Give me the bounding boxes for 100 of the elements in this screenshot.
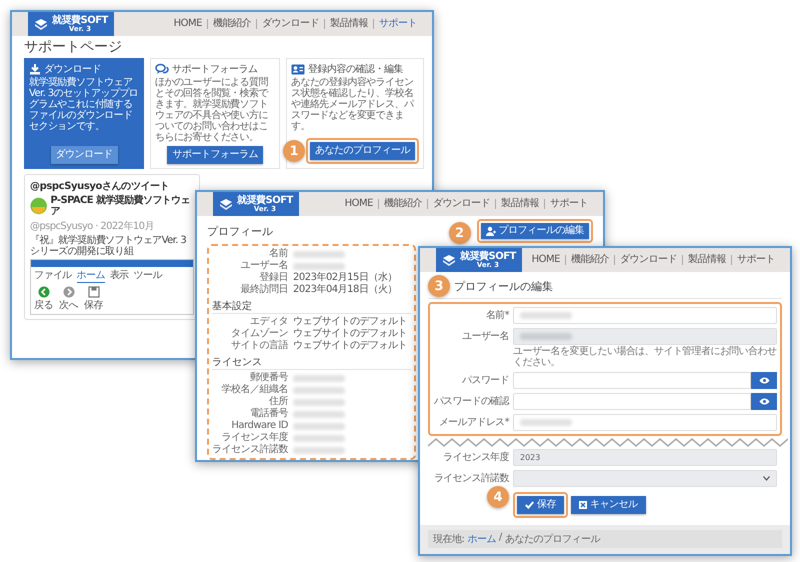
step-badge: 1 bbox=[283, 140, 305, 162]
step-badge: 2 bbox=[448, 222, 470, 244]
field-label: ユーザー名 bbox=[460, 330, 509, 344]
field-label: 名前 bbox=[268, 248, 288, 260]
card-title: サポートフォーラム bbox=[172, 63, 258, 76]
card-title: ダウンロード bbox=[44, 63, 101, 76]
logo-name: 就奨費SOFT bbox=[460, 252, 516, 262]
chat-icon bbox=[155, 63, 169, 75]
card-text: 就学奨励費ソフトウェア Ver. 3のセットアッププログラムやこれに付随するファイルのダウンロードセクションです。 bbox=[29, 77, 139, 132]
eye-icon bbox=[758, 377, 770, 384]
field-value: ウェブサイトのデフォルト bbox=[293, 340, 407, 352]
field-label: Hardware ID bbox=[230, 420, 288, 432]
field-label: 郵便番号 bbox=[249, 372, 288, 384]
avatar-icon bbox=[30, 197, 48, 215]
edit-profile-button[interactable]: プロフィールの編集 bbox=[480, 223, 589, 239]
password-field[interactable] bbox=[513, 372, 751, 389]
field-label: 最終訪問日 bbox=[240, 284, 288, 296]
input-field[interactable] bbox=[513, 307, 777, 324]
page-title: サポートページ bbox=[24, 38, 123, 56]
user-icon bbox=[486, 226, 496, 236]
cancel-button[interactable]: キャンセル bbox=[571, 496, 646, 514]
nav-link[interactable]: HOME bbox=[168, 19, 207, 29]
section-title: ライセンス bbox=[212, 355, 411, 370]
book-icon bbox=[34, 18, 48, 30]
field-label: ライセンス許諾数 bbox=[433, 472, 509, 486]
ribbon-tab[interactable]: ファイル bbox=[34, 268, 72, 283]
book-icon bbox=[442, 254, 456, 266]
nav-link[interactable]: HOME bbox=[526, 255, 565, 265]
breadcrumb-label: 現在地: bbox=[433, 532, 464, 546]
ribbon-button[interactable]: 戻る bbox=[34, 286, 53, 312]
password-field[interactable] bbox=[513, 393, 751, 410]
section-title: 基本設定 bbox=[212, 299, 411, 314]
step-badge: 3 bbox=[428, 275, 450, 297]
nav-link[interactable]: ダウンロード bbox=[427, 199, 495, 209]
check-icon bbox=[525, 501, 534, 509]
logo-name: 就奨費SOFT bbox=[237, 196, 293, 206]
nav-link[interactable]: 機能紹介 bbox=[565, 255, 614, 265]
tweet-text: 『祝』就学奨励費ソフトウェアVer. 3シリーズの開発に取り組 bbox=[30, 235, 188, 257]
tweet-author: P-SPACE 就学奨励費ソフトウェア bbox=[50, 195, 191, 217]
caret-icon bbox=[763, 476, 770, 481]
breadcrumb-current: あなたのプロフィール bbox=[504, 532, 600, 546]
nav-link[interactable]: 機能紹介 bbox=[207, 19, 256, 29]
field-label: 住所 bbox=[268, 396, 288, 408]
nav-link[interactable]: HOME bbox=[340, 199, 378, 209]
field-label: ユーザー名 bbox=[240, 260, 288, 272]
section-title: プロフィールの編集 bbox=[454, 278, 553, 294]
breadcrumb-separator: / bbox=[498, 532, 502, 545]
field-value: 2023年02月15日（水） bbox=[293, 272, 397, 284]
show-password-button[interactable] bbox=[751, 372, 777, 389]
ribbon-tab[interactable]: ツール bbox=[134, 268, 162, 283]
nav-link[interactable]: 製品情報 bbox=[324, 19, 373, 29]
field-value: ウェブサイトのデフォルト bbox=[293, 328, 407, 340]
field-value: ウェブサイトのデフォルト bbox=[293, 316, 407, 328]
id-card-icon bbox=[291, 64, 305, 74]
card-button[interactable]: あなたのプロフィール bbox=[310, 142, 415, 160]
nav-link[interactable]: 機能紹介 bbox=[378, 199, 427, 209]
card-text: ほかのユーザーによる質問とその回答を閲覧・検索できます。就学奨励費ソフトウェアの不具合や使い方についてのお問い合わせはこちらにお寄せください。 bbox=[155, 77, 270, 143]
nav-link[interactable]: 製品情報 bbox=[495, 199, 544, 209]
field-label: サイトの言語 bbox=[230, 340, 288, 352]
step-badge: 4 bbox=[487, 486, 509, 508]
eye-icon bbox=[758, 398, 770, 405]
breadcrumb-link[interactable]: ホーム bbox=[467, 532, 496, 546]
nav-link[interactable]: 製品情報 bbox=[682, 255, 731, 265]
card-button[interactable]: ダウンロード bbox=[50, 146, 118, 164]
ribbon-button[interactable]: 保存 bbox=[84, 286, 103, 312]
tweet-handle: @pspcSyusyo · 2022年10月 bbox=[30, 220, 155, 233]
ribbon-tab[interactable]: ホーム bbox=[76, 268, 105, 283]
nav-link[interactable]: サポート bbox=[731, 255, 780, 265]
field-label: 登録日 bbox=[258, 272, 288, 284]
dropdown[interactable] bbox=[513, 470, 777, 487]
download-icon bbox=[29, 63, 41, 75]
field-label: メールアドレス* bbox=[438, 416, 509, 430]
input-field[interactable] bbox=[513, 328, 777, 345]
logo-name: 就奨費SOFT bbox=[52, 16, 108, 26]
help-text: ユーザー名を変更したい場合は、サイト管理者にお問い合わせください。 bbox=[513, 346, 777, 368]
field-label: 学校名／組織名 bbox=[220, 384, 288, 396]
field-value: 2023年04月18日（火） bbox=[293, 284, 397, 296]
save-button[interactable]: 保存 bbox=[517, 496, 564, 514]
nav-link[interactable]: ダウンロード bbox=[614, 255, 682, 265]
nav-link[interactable]: サポート bbox=[544, 199, 593, 209]
card-text: あなたの登録内容やライセンス状態を確認したり、学校名や連絡先メールアドレス、パスワードなどを変更できます。 bbox=[291, 77, 415, 132]
field-label: 名前* bbox=[484, 309, 509, 323]
show-password-button[interactable] bbox=[751, 393, 777, 410]
card-button[interactable]: サポートフォーラム bbox=[167, 146, 263, 164]
field-label: パスワード bbox=[460, 374, 509, 388]
ribbon-button[interactable]: 次へ bbox=[59, 286, 78, 312]
nav-link[interactable]: サポート bbox=[373, 19, 422, 29]
close-icon bbox=[579, 501, 587, 509]
ribbon-tab[interactable]: 表示 bbox=[110, 268, 129, 283]
field-label: ライセンス年度 bbox=[442, 450, 509, 465]
input-field[interactable] bbox=[513, 414, 777, 431]
field-label: ライセンス年度 bbox=[220, 432, 288, 444]
field-label: タイムゾーン bbox=[230, 328, 288, 340]
field-label: ライセンス許諾数 bbox=[212, 444, 288, 456]
book-icon bbox=[219, 198, 233, 210]
field-label: 電話番号 bbox=[249, 408, 288, 420]
card-title: 登録内容の確認・編集 bbox=[308, 62, 403, 76]
tweet-heading: @pspcSyusyoさんのツイート bbox=[30, 180, 170, 193]
input-field[interactable]: 2023 bbox=[513, 449, 777, 466]
nav-link[interactable]: ダウンロード bbox=[256, 19, 324, 29]
